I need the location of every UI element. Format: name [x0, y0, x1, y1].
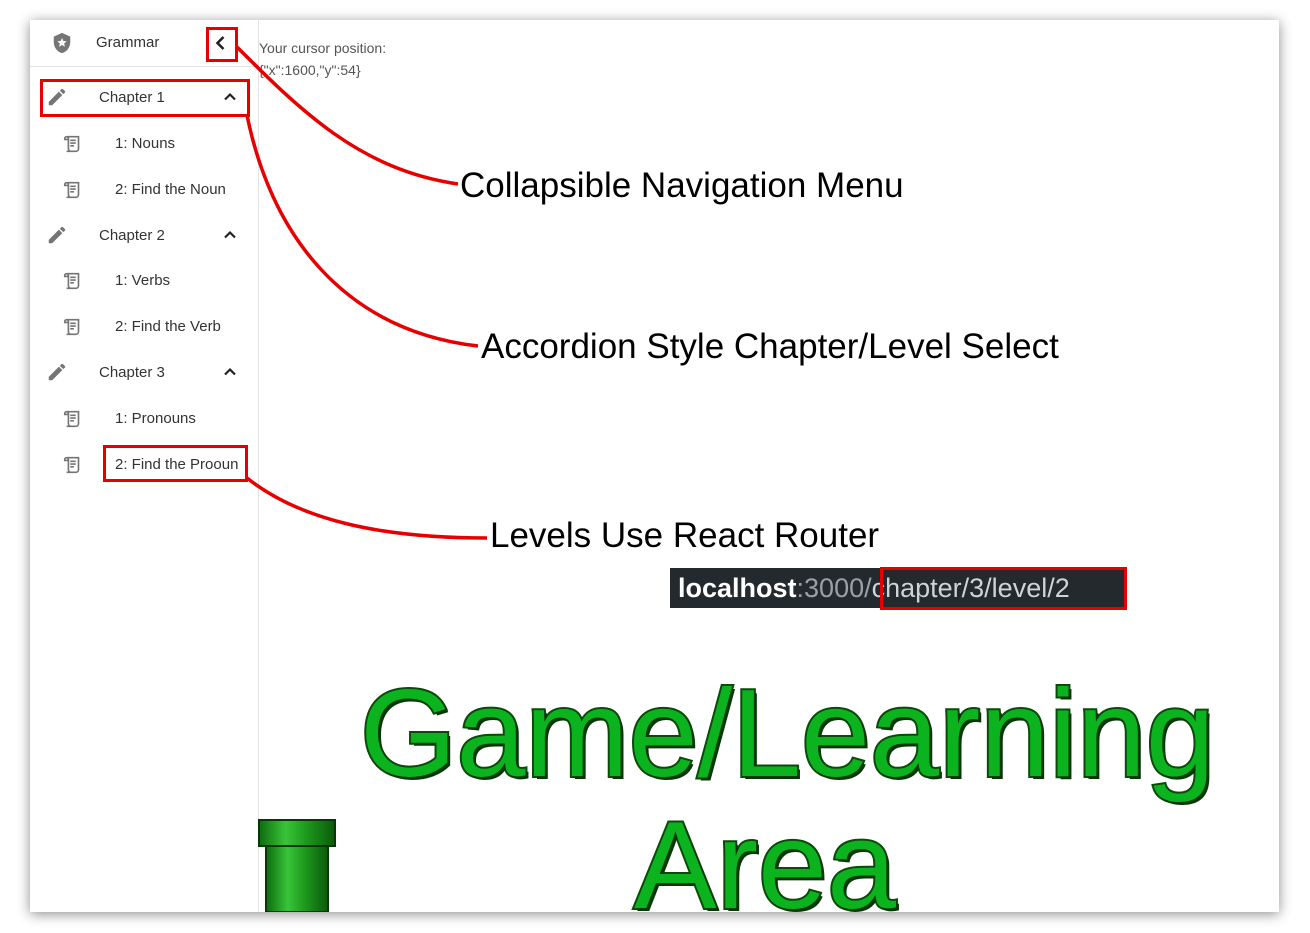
chapter-3-header[interactable]: Chapter 3 [30, 350, 259, 394]
cursor-position-readout: Your cursor position: {"x":1600,"y":54} [259, 37, 386, 81]
navigation-sidebar: Grammar Chapter 1 1: Nouns 2: Find the N… [30, 20, 259, 912]
level-3-1-label: 1: Pronouns [115, 410, 196, 427]
app-window: Grammar Chapter 1 1: Nouns 2: Find the N… [30, 20, 1279, 912]
app-title: Grammar [96, 34, 160, 51]
cursor-position-label: Your cursor position: [259, 40, 387, 56]
scroll-icon [62, 454, 84, 476]
chapter-2-label: Chapter 2 [99, 227, 165, 244]
level-3-2-item[interactable]: 2: Find the Prooun [30, 442, 259, 486]
scroll-icon [62, 316, 84, 338]
chevron-up-icon [220, 225, 240, 245]
shield-star-icon [51, 32, 73, 54]
scroll-icon [62, 270, 84, 292]
scroll-icon [62, 408, 84, 430]
chapter-3-label: Chapter 3 [99, 364, 165, 381]
level-1-1-item[interactable]: 1: Nouns [30, 121, 259, 165]
sidebar-header: Grammar [30, 20, 259, 67]
level-2-2-label: 2: Find the Verb [115, 318, 221, 335]
scroll-icon [62, 133, 84, 155]
chapter-1-label: Chapter 1 [99, 89, 165, 106]
level-1-2-label: 2: Find the Noun [115, 181, 226, 198]
game-area[interactable]: Your cursor position: {"x":1600,"y":54} [259, 20, 1279, 912]
level-3-2-label: 2: Find the Prooun [115, 456, 239, 473]
level-3-1-item[interactable]: 1: Pronouns [30, 396, 259, 440]
level-2-2-item[interactable]: 2: Find the Verb [30, 304, 259, 348]
cursor-position-value: {"x":1600,"y":54} [259, 62, 361, 78]
chevron-up-icon [220, 362, 240, 382]
level-2-1-label: 1: Verbs [115, 272, 171, 289]
collapse-chevron-left-icon[interactable] [209, 31, 233, 55]
scroll-icon [62, 179, 84, 201]
pencil-icon [46, 86, 68, 108]
chapter-2-header[interactable]: Chapter 2 [30, 213, 259, 257]
level-1-1-label: 1: Nouns [115, 135, 176, 152]
chapter-1-header[interactable]: Chapter 1 [30, 75, 259, 119]
level-1-2-item[interactable]: 2: Find the Noun [30, 167, 259, 211]
pencil-icon [46, 361, 68, 383]
chevron-up-icon [220, 87, 240, 107]
level-2-1-item[interactable]: 1: Verbs [30, 258, 259, 302]
pencil-icon [46, 224, 68, 246]
